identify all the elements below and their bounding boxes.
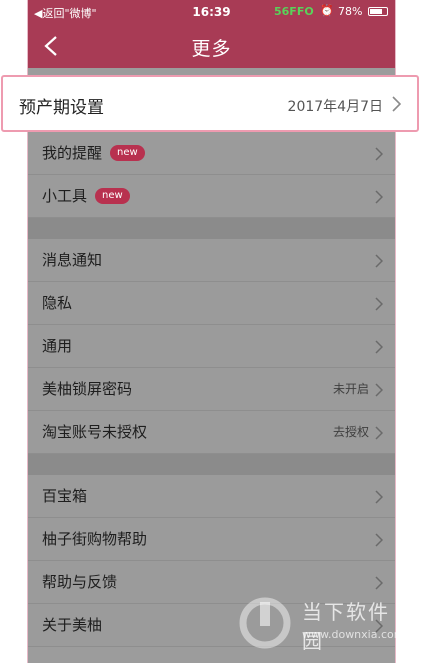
due-date-setting[interactable]: 预产期设置 2017年4月7日 xyxy=(1,75,419,132)
list-item-label: 百宝箱 xyxy=(42,487,88,505)
alarm-icon: ⏰ xyxy=(320,4,334,17)
list-item-tools[interactable]: 小工具 new xyxy=(28,175,395,218)
list-item-label: 消息通知 xyxy=(42,251,103,269)
chevron-right-icon xyxy=(375,426,383,440)
list-item-reminders[interactable]: 我的提醒 new xyxy=(28,132,395,175)
battery-percent: 78% xyxy=(338,5,363,18)
list-item-label: 帮助与反馈 xyxy=(42,573,118,591)
list-item-label: 关于美柚 xyxy=(42,616,103,634)
list-item-shopping-help[interactable]: 柚子街购物帮助 xyxy=(28,518,395,561)
section-divider xyxy=(28,218,395,239)
list-item-value: 去授权 xyxy=(332,425,369,439)
chevron-right-icon xyxy=(375,147,383,161)
status-bar: ◀返回"微博" 16:39 56FFO ⏰ 78% xyxy=(28,0,395,24)
status-network: 56FFO xyxy=(274,5,314,18)
list-item-about[interactable]: 关于美柚 xyxy=(28,604,395,647)
chevron-right-icon xyxy=(375,533,383,547)
list-item-help-feedback[interactable]: 帮助与反馈 xyxy=(28,561,395,604)
list-item-privacy[interactable]: 隐私 xyxy=(28,282,395,325)
chevron-right-icon xyxy=(375,490,383,504)
list-item-label: 淘宝账号未授权 xyxy=(42,423,148,441)
list-item-value: 未开启 xyxy=(332,382,369,396)
chevron-right-icon xyxy=(392,96,401,112)
list-item-label: 柚子街购物帮助 xyxy=(42,530,148,548)
due-date-value: 2017年4月7日 xyxy=(287,99,383,115)
new-badge: new xyxy=(110,144,145,161)
due-date-label: 预产期设置 xyxy=(19,98,104,118)
list-item-label: 通用 xyxy=(42,337,73,355)
list-item-label: 隐私 xyxy=(42,294,73,312)
chevron-right-icon xyxy=(375,190,383,204)
chevron-right-icon xyxy=(375,297,383,311)
list-item-label: 小工具 xyxy=(42,187,88,205)
list-item-notifications[interactable]: 消息通知 xyxy=(28,239,395,282)
chevron-right-icon xyxy=(375,619,383,633)
list-item-general[interactable]: 通用 xyxy=(28,325,395,368)
list-item-label: 美柚锁屏密码 xyxy=(42,380,133,398)
settings-list: 我的提醒 new 小工具 new 消息通知 隐私 通用 美柚锁屏密码 未开启 淘宝账… xyxy=(28,132,395,647)
nav-bar: 更多 xyxy=(28,24,395,68)
chevron-right-icon xyxy=(375,576,383,590)
chevron-right-icon xyxy=(375,340,383,354)
battery-icon xyxy=(368,7,388,16)
list-item-label: 我的提醒 xyxy=(42,144,103,162)
chevron-right-icon xyxy=(375,383,383,397)
list-item-treasure-box[interactable]: 百宝箱 xyxy=(28,475,395,518)
list-item-lock-password[interactable]: 美柚锁屏密码 未开启 xyxy=(28,368,395,411)
list-item-taobao-auth[interactable]: 淘宝账号未授权 去授权 xyxy=(28,411,395,454)
chevron-right-icon xyxy=(375,254,383,268)
page-title: 更多 xyxy=(191,38,232,60)
section-divider xyxy=(28,454,395,475)
new-badge: new xyxy=(95,187,130,204)
battery-fill xyxy=(370,9,383,14)
